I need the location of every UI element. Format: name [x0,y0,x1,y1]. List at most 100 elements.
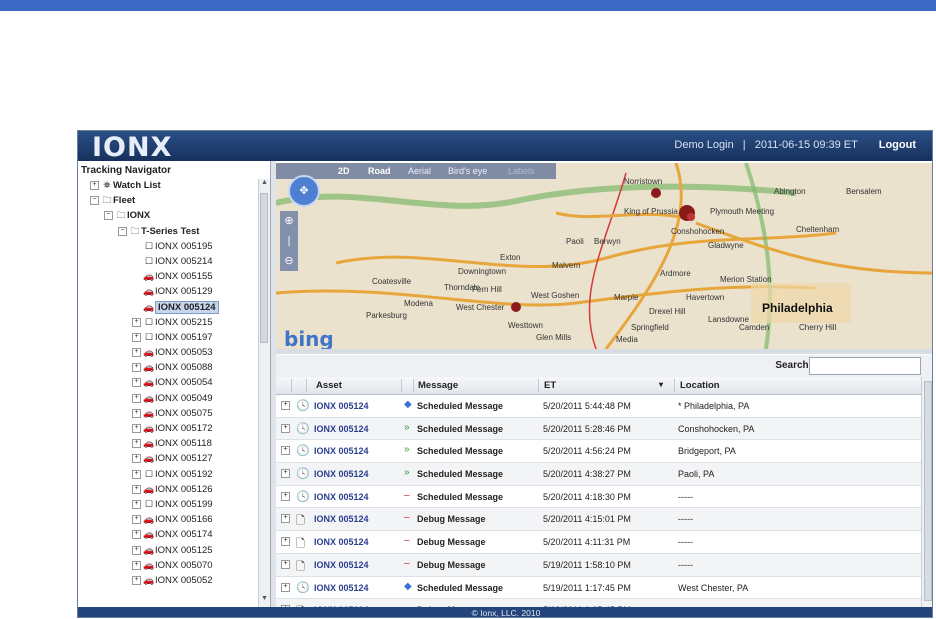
row-asset-link[interactable]: IONX 005124 [314,492,369,502]
row-expand-icon[interactable]: + [281,469,290,479]
expand-icon[interactable]: + [132,378,141,388]
zoom-out-icon[interactable]: ⊖ [280,251,298,271]
row-asset-link[interactable]: IONX 005124 [314,424,369,434]
expand-icon[interactable]: + [132,317,141,327]
row-asset-link[interactable]: IONX 005124 [314,401,369,411]
tree-item-asset[interactable]: ☐ IONX 005195 [78,239,270,254]
table-row[interactable]: + 🕓 IONX 005124 » Scheduled Message 5/20/2011… [276,440,922,464]
row-expand-icon[interactable]: + [281,514,290,524]
map-view[interactable]: 2D Road Aerial Bird's eye Labels ✥ ⊕ | ⊖ Nor… [276,163,932,349]
zoom-slider-icon[interactable]: | [280,231,298,251]
table-row[interactable]: + 🕓 IONX 005124 – Scheduled Message 5/20/2011… [276,486,922,509]
row-expand-icon[interactable]: + [281,491,290,501]
tree-item-t-series[interactable]: − 🗀 T-Series Test [78,224,270,239]
tree-item-asset[interactable]: + 🚗IONX 005172 [78,421,270,436]
tree-item-asset[interactable]: + 🚗IONX 005075 [78,406,270,421]
expand-icon[interactable]: + [132,424,141,433]
row-expand-icon[interactable]: + [281,582,290,592]
tree-item-asset[interactable]: + 🚗IONX 005052 [78,573,270,588]
expand-icon[interactable]: + [90,181,99,190]
grid-scroll-thumb[interactable] [924,381,932,601]
row-expand-icon[interactable]: + [281,559,290,569]
row-asset-link[interactable]: IONX 005124 [314,446,369,456]
column-asset[interactable]: Asset [316,380,342,391]
row-expand-icon[interactable]: + [281,537,290,547]
tree-item-watch-list[interactable]: + ⛯ Watch List [78,178,270,193]
grid-scrollbar[interactable] [921,377,932,607]
expand-icon[interactable]: + [132,515,141,525]
tree-item-asset[interactable]: 🚗IONX 005129 [78,284,270,299]
tree-item-asset[interactable]: + 🚗IONX 005053 [78,345,270,360]
row-asset-link[interactable]: IONX 005124 [314,514,369,524]
zoom-in-icon[interactable]: ⊕ [280,211,298,231]
map-pan-compass-icon[interactable]: ✥ [288,175,320,207]
tree-item-asset[interactable]: + 🚗IONX 005127 [78,451,270,466]
search-input[interactable] [809,357,921,375]
tree-item-asset[interactable]: + 🚗IONX 005088 [78,360,270,375]
expand-icon[interactable]: + [132,348,141,358]
collapse-icon[interactable]: − [104,211,113,221]
scroll-down-arrow-icon[interactable]: ▼ [259,595,270,607]
map-mode-2d[interactable]: 2D [338,166,350,176]
row-asset-link[interactable]: IONX 005124 [314,560,369,570]
column-message[interactable]: Message [418,380,458,391]
logout-link[interactable]: Logout [879,139,916,151]
map-mode-road[interactable]: Road [368,166,391,176]
sort-arrow-icon[interactable]: ▾ [659,380,663,389]
expand-icon[interactable]: + [132,332,141,342]
map-mode-aerial[interactable]: Aerial [408,166,431,176]
expand-icon[interactable]: + [132,439,141,449]
table-row[interactable]: + 🕓 IONX 005124 » Scheduled Message 5/20/2011… [276,417,922,441]
table-row[interactable]: + 🗋 IONX 005124 – Debug Message 5/19/2011 1:5… [276,553,922,577]
expand-icon[interactable]: + [132,530,141,540]
tree-item-asset[interactable]: + 🚗IONX 005126 [78,482,270,497]
row-asset-link[interactable]: IONX 005124 [314,583,369,593]
tree-item-asset[interactable]: + 🚗IONX 005054 [78,375,270,390]
column-location[interactable]: Location [680,380,720,391]
tree-item-asset[interactable]: + 🚗IONX 005070 [78,558,270,573]
row-expand-icon[interactable]: + [281,401,290,410]
expand-icon[interactable]: + [132,363,141,373]
map-mode-labels[interactable]: Labels [508,166,535,176]
expand-icon[interactable]: + [132,454,141,464]
tree-item-ionx[interactable]: − 🗀 IONX [78,208,270,223]
tree-item-asset[interactable]: + ☐ IONX 005197 [78,330,270,345]
navigator-scrollbar[interactable]: ▲ ▼ [258,179,270,607]
tree-item-asset[interactable]: + ☐ IONX 005199 [78,497,270,512]
expand-icon[interactable]: + [132,393,141,403]
expand-icon[interactable]: + [132,575,141,585]
map-zoom-control[interactable]: ⊕ | ⊖ [280,211,298,271]
tree-item-asset[interactable]: + ☐ IONX 005215 [78,315,270,330]
table-row[interactable]: + 🕓 IONX 005124 ◆ Scheduled Message 5/20/2011… [276,395,922,418]
expand-icon[interactable]: + [132,545,141,555]
expand-icon[interactable]: + [132,499,141,509]
table-row[interactable]: + 🗋 IONX 005124 – Debug Message 5/20/2011 4:1… [276,508,922,532]
tree-item-asset[interactable]: + 🚗IONX 005166 [78,512,270,527]
tree-item-asset[interactable]: 🚗IONX 005155 [78,269,270,284]
map-mode-bird-s-eye[interactable]: Bird's eye [448,166,487,176]
tree-item-asset[interactable]: + 🚗IONX 005125 [78,543,270,558]
table-row[interactable]: + 🗋 IONX 005124 – Debug Message 5/20/2011 4:1… [276,531,922,554]
expand-icon[interactable]: + [132,469,141,479]
row-expand-icon[interactable]: + [281,446,290,456]
tree-item-asset[interactable]: + 🚗IONX 005049 [78,391,270,406]
expand-icon[interactable]: + [132,560,141,570]
table-row[interactable]: + 🕓 IONX 005124 » Scheduled Message 5/20/2011… [276,463,922,486]
collapse-icon[interactable]: − [90,196,99,206]
row-expand-icon[interactable]: + [281,423,290,433]
tree-item-asset[interactable]: + 🚗IONX 005174 [78,527,270,542]
expand-icon[interactable]: + [132,484,141,494]
expand-icon[interactable]: + [132,408,141,418]
tree-item-asset[interactable]: 🚗 IONX 005124 [78,300,270,315]
tree-item-asset[interactable]: + ☐ IONX 005192 [78,467,270,482]
tree-item-asset[interactable]: ☐ IONX 005214 [78,254,270,269]
scroll-thumb[interactable] [260,193,268,343]
scroll-up-arrow-icon[interactable]: ▲ [259,179,270,191]
table-row[interactable]: + 🕓 IONX 005124 ◆ Scheduled Message 5/19/2011… [276,577,922,600]
tree-item-fleet[interactable]: − 🗀 Fleet [78,193,270,208]
collapse-icon[interactable]: − [118,226,127,236]
row-asset-link[interactable]: IONX 005124 [314,537,369,547]
map-grid-splitter[interactable] [276,349,932,354]
tree-item-asset[interactable]: + 🚗IONX 005118 [78,436,270,451]
row-asset-link[interactable]: IONX 005124 [314,469,369,479]
